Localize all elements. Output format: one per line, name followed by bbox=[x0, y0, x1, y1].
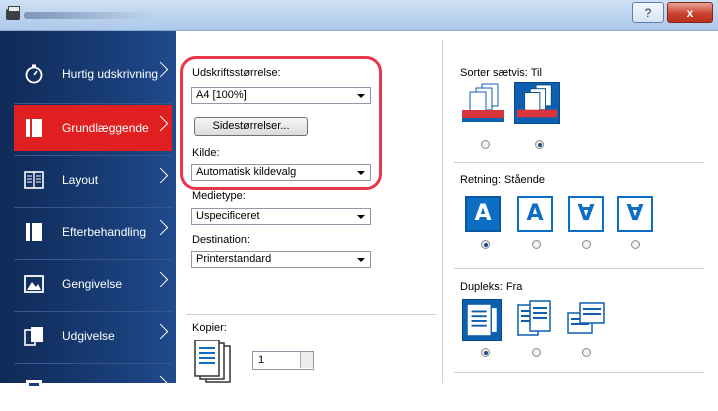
collate-label-text: Sorter sætvis: bbox=[460, 67, 528, 79]
divider bbox=[14, 103, 172, 104]
divider bbox=[454, 268, 704, 269]
collate-on-icon[interactable] bbox=[514, 82, 560, 124]
stopwatch-icon bbox=[25, 64, 43, 84]
sidebar: Hurtig udskrivning Grundlæggende Layout … bbox=[0, 31, 176, 396]
copies-stepper[interactable]: 1 bbox=[252, 351, 314, 370]
duplex-label-text: Dupleks: bbox=[460, 281, 503, 293]
sidebar-item-label: Grundlæggende bbox=[62, 121, 149, 135]
chevron-right-icon bbox=[152, 375, 169, 392]
chevron-down-icon bbox=[357, 171, 365, 175]
destination-select[interactable]: Printerstandard bbox=[191, 251, 371, 268]
duplex-off-icon[interactable] bbox=[462, 299, 502, 341]
title-bar: ? x bbox=[0, 0, 718, 31]
orientation-portrait-rotated-radio[interactable] bbox=[582, 240, 591, 249]
divider bbox=[14, 311, 172, 312]
divider bbox=[14, 259, 172, 260]
sidebar-item-label: Hurtig udskrivning bbox=[62, 67, 159, 81]
page-icon bbox=[26, 119, 42, 137]
paper-size-label: Udskriftsstørrelse: bbox=[192, 67, 281, 79]
landscape-icon[interactable]: A bbox=[517, 196, 553, 232]
destination-label: Destination: bbox=[192, 234, 251, 246]
media-type-label: Medietype: bbox=[192, 190, 246, 202]
duplex-short-edge-radio[interactable] bbox=[582, 348, 591, 357]
orientation-landscape-rotated-radio[interactable] bbox=[631, 240, 640, 249]
landscape-rotated-icon[interactable]: ∀ bbox=[617, 196, 653, 232]
sidebar-item-label: Udgivelse bbox=[62, 329, 115, 343]
duplex-label: Dupleks: Fra bbox=[460, 281, 522, 293]
layout-icon bbox=[24, 171, 44, 189]
window-title-blurred bbox=[24, 12, 154, 19]
sidebar-item-quick-print[interactable]: Hurtig udskrivning bbox=[14, 51, 172, 97]
source-select[interactable]: Automatisk kildevalg bbox=[191, 164, 371, 181]
divider bbox=[14, 363, 172, 364]
column-divider bbox=[442, 40, 443, 383]
copies-label: Kopier: bbox=[192, 322, 227, 334]
help-button[interactable]: ? bbox=[632, 2, 664, 23]
portrait-icon[interactable]: A bbox=[465, 196, 501, 232]
chevron-down-icon bbox=[357, 94, 365, 98]
source-label: Kilde: bbox=[192, 147, 220, 159]
page-sizes-button[interactable]: Sidestørrelser... bbox=[194, 117, 308, 136]
copies-icon bbox=[194, 340, 231, 383]
sidebar-item-layout[interactable]: Layout bbox=[14, 157, 172, 203]
duplex-long-edge-icon[interactable] bbox=[514, 299, 554, 341]
duplex-long-edge-radio[interactable] bbox=[532, 348, 541, 357]
sidebar-item-publishing[interactable]: Udgivelse bbox=[14, 313, 172, 359]
orientation-landscape-radio[interactable] bbox=[532, 240, 541, 249]
collate-value: Til bbox=[530, 67, 542, 79]
image-icon bbox=[24, 275, 44, 293]
finishing-icon bbox=[26, 223, 42, 241]
divider bbox=[14, 155, 172, 156]
collate-off-icon[interactable] bbox=[460, 82, 506, 124]
collate-off-radio[interactable] bbox=[481, 140, 490, 149]
chevron-down-icon bbox=[357, 215, 365, 219]
chevron-down-icon bbox=[357, 258, 365, 262]
sidebar-item-label: Layout bbox=[62, 173, 99, 187]
collate-label: Sorter sætvis: Til bbox=[460, 67, 542, 79]
sidebar-item-label: Efterbehandling bbox=[62, 225, 147, 239]
orientation-portrait-radio[interactable] bbox=[481, 240, 490, 249]
sidebar-item-finishing[interactable]: Efterbehandling bbox=[14, 209, 172, 255]
divider bbox=[454, 372, 704, 373]
sidebar-item-basic[interactable]: Grundlæggende bbox=[14, 105, 172, 151]
sidebar-item-rendering[interactable]: Gengivelse bbox=[14, 261, 172, 307]
orientation-value: Stående bbox=[504, 174, 546, 186]
paper-size-select[interactable]: A4 [100%] bbox=[191, 87, 371, 104]
close-button[interactable]: x bbox=[667, 2, 713, 23]
chevron-right-icon bbox=[152, 115, 169, 132]
collate-on-radio[interactable] bbox=[535, 140, 544, 149]
divider bbox=[186, 314, 436, 315]
orientation-label-text: Retning: bbox=[460, 174, 501, 186]
media-type-select[interactable]: Uspecificeret bbox=[191, 208, 371, 225]
duplex-value: Fra bbox=[505, 281, 523, 293]
media-type-value: Uspecificeret bbox=[196, 210, 260, 222]
sidebar-item-label: Gengivelse bbox=[62, 277, 123, 291]
orientation-label: Retning: Stående bbox=[460, 174, 545, 186]
chevron-right-icon bbox=[152, 271, 169, 288]
duplex-off-radio[interactable] bbox=[481, 348, 490, 357]
duplex-short-edge-icon[interactable] bbox=[566, 299, 606, 341]
sidebar-item-label: Job bbox=[62, 381, 82, 395]
chevron-right-icon bbox=[152, 323, 169, 340]
destination-value: Printerstandard bbox=[196, 253, 272, 265]
stepper-down-button[interactable] bbox=[300, 360, 313, 368]
chevron-right-icon bbox=[152, 167, 169, 184]
chevron-right-icon bbox=[152, 219, 169, 236]
copies-value: 1 bbox=[258, 354, 265, 366]
publishing-icon bbox=[24, 327, 43, 346]
divider bbox=[14, 207, 172, 208]
portrait-rotated-icon[interactable]: ∀ bbox=[568, 196, 604, 232]
printer-icon bbox=[6, 6, 20, 20]
paper-size-value: A4 [100%] bbox=[196, 89, 247, 101]
source-value: Automatisk kildevalg bbox=[196, 166, 297, 178]
sidebar-item-job[interactable]: Job bbox=[14, 365, 172, 411]
job-icon bbox=[26, 380, 42, 396]
divider bbox=[454, 162, 704, 163]
